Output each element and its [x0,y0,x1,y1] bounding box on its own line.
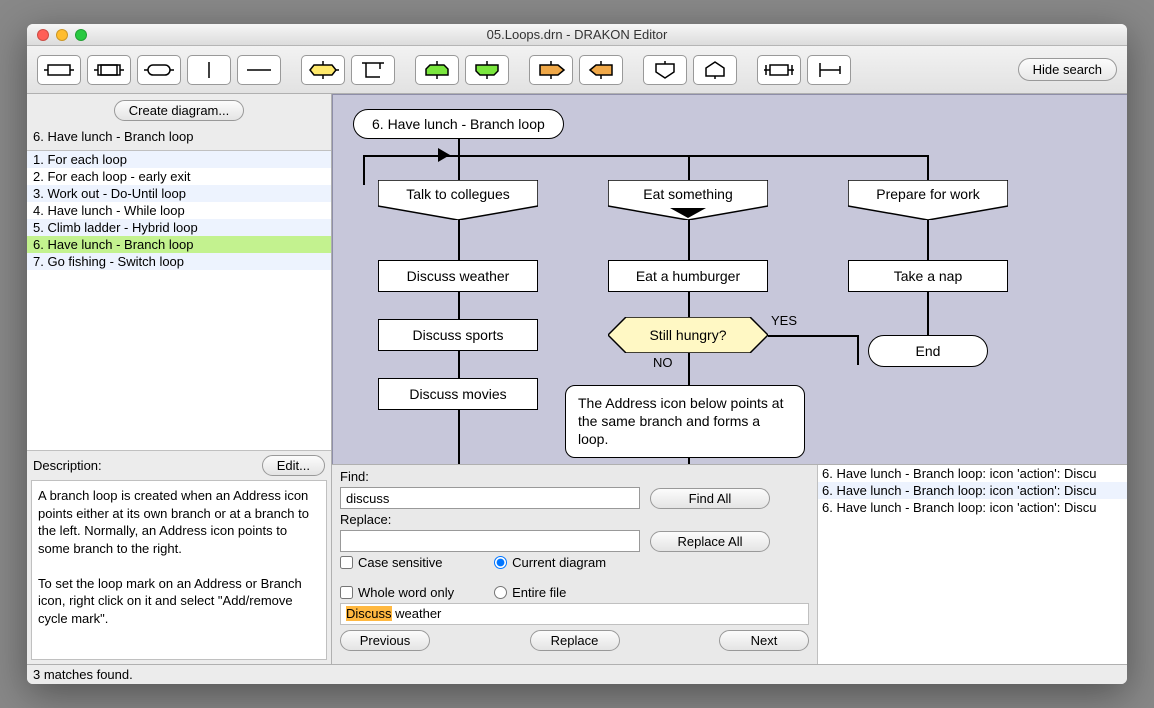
toolbar: Hide search [27,46,1127,94]
tool-shelf-icon[interactable] [137,55,181,85]
sidebar: Create diagram... 1. For each loop2. For… [27,94,332,664]
tool-loopstart-icon[interactable] [415,55,459,85]
previous-button[interactable]: Previous [340,630,430,651]
list-item[interactable]: 3. Work out - Do-Until loop [27,185,331,202]
diagram-header[interactable]: 6. Have lunch - Branch loop [353,109,564,139]
end-shape[interactable]: End [868,335,988,367]
whole-word-checkbox[interactable] [340,586,353,599]
replace-all-button[interactable]: Replace All [650,531,770,552]
diagram-list[interactable]: 1. For each loop2. For each loop - early… [27,150,331,451]
current-diagram-radio[interactable] [494,556,507,569]
results-list[interactable]: 6. Have lunch - Branch loop: icon 'actio… [817,465,1127,664]
window-title: 05.Loops.drn - DRAKON Editor [27,27,1127,42]
entire-file-radio[interactable] [494,586,507,599]
tool-loopend-icon[interactable] [465,55,509,85]
list-item[interactable]: 7. Go fishing - Switch loop [27,253,331,270]
match-preview: Discuss weather [340,603,809,625]
hide-search-button[interactable]: Hide search [1018,58,1117,81]
tool-select-icon[interactable] [351,55,395,85]
tool-output-icon[interactable] [529,55,573,85]
zoom-icon[interactable] [75,29,87,41]
tool-action-icon[interactable] [37,55,81,85]
find-label: Find: [340,469,809,484]
replace-button[interactable]: Replace [530,630,620,651]
result-row[interactable]: 6. Have lunch - Branch loop: icon 'actio… [818,482,1127,499]
description-label: Description: [33,458,102,473]
question-shape: Still hungry? [608,317,768,353]
action-shape[interactable]: Discuss weather [378,260,538,292]
find-input[interactable] [340,487,640,509]
tool-address-icon[interactable] [693,55,737,85]
yes-label: YES [771,313,797,328]
edit-description-button[interactable]: Edit... [262,455,325,476]
create-diagram-button[interactable]: Create diagram... [114,100,244,121]
tool-params-icon[interactable] [757,55,801,85]
tool-timer-icon[interactable] [807,55,851,85]
tool-insert-icon[interactable] [87,55,131,85]
find-all-button[interactable]: Find All [650,488,770,509]
diagram-filter-input[interactable] [33,127,325,146]
action-shape[interactable]: Discuss sports [378,319,538,351]
list-item[interactable]: 5. Climb ladder - Hybrid loop [27,219,331,236]
replace-input[interactable] [340,530,640,552]
comment-shape[interactable]: The Address icon below points at the sam… [565,385,805,458]
branch-shape: Prepare for work [848,180,1008,220]
tool-horizontal-icon[interactable] [237,55,281,85]
branch-shape: Eat something [608,180,768,220]
tool-vertical-icon[interactable] [187,55,231,85]
action-shape[interactable]: Eat a humburger [608,260,768,292]
titlebar: 05.Loops.drn - DRAKON Editor [27,24,1127,46]
minimize-icon[interactable] [56,29,68,41]
list-item[interactable]: 2. For each loop - early exit [27,168,331,185]
tool-branch-icon[interactable] [643,55,687,85]
diagram-canvas[interactable]: 6. Have lunch - Branch loop Talk to coll… [332,94,1127,464]
status-bar: 3 matches found. [27,664,1127,684]
find-panel: Find: Find All Replace: Replace All Case… [332,465,817,664]
app-window: 05.Loops.drn - DRAKON Editor Hide search… [27,24,1127,684]
result-row[interactable]: 6. Have lunch - Branch loop: icon 'actio… [818,465,1127,482]
action-shape[interactable]: Discuss movies [378,378,538,410]
description-text: A branch loop is created when an Address… [31,480,327,660]
close-icon[interactable] [37,29,49,41]
list-item[interactable]: 4. Have lunch - While loop [27,202,331,219]
branch-shape: Talk to collegues [378,180,538,220]
list-item[interactable]: 6. Have lunch - Branch loop [27,236,331,253]
tool-question-icon[interactable] [301,55,345,85]
tool-input-icon[interactable] [579,55,623,85]
next-button[interactable]: Next [719,630,809,651]
result-row[interactable]: 6. Have lunch - Branch loop: icon 'actio… [818,499,1127,516]
list-item[interactable]: 1. For each loop [27,151,331,168]
case-sensitive-checkbox[interactable] [340,556,353,569]
action-shape[interactable]: Take a nap [848,260,1008,292]
replace-label: Replace: [340,512,809,527]
no-label: NO [653,355,673,370]
